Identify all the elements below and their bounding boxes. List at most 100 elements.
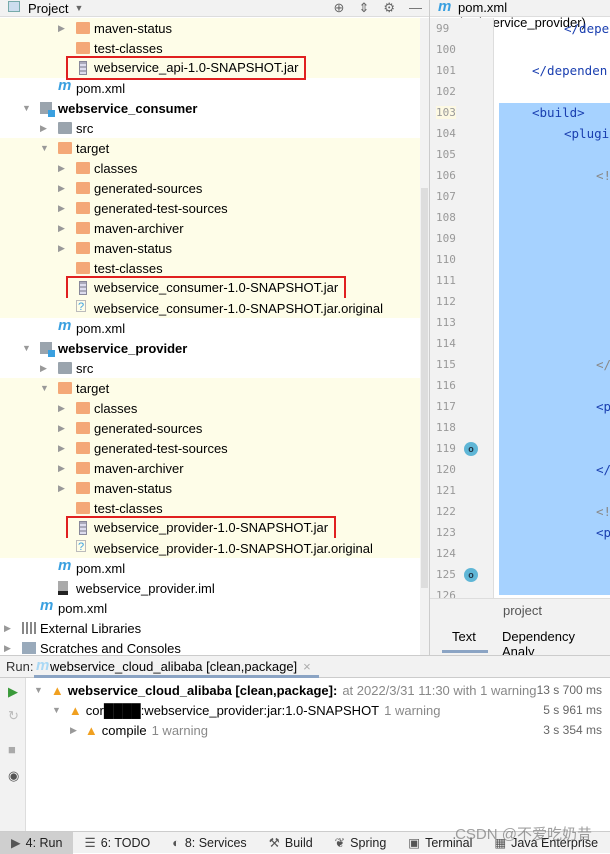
chevron-down-icon[interactable]: ▼	[74, 3, 83, 13]
chevron-right-icon[interactable]: ▶	[4, 623, 14, 634]
tree-item[interactable]: m pom.xml	[0, 597, 420, 618]
chevron-right-icon[interactable]: ▶	[58, 183, 68, 194]
tree-item[interactable]: ▶ generated-test-sources	[0, 438, 420, 458]
tree-item[interactable]: m pom.xml	[0, 557, 420, 578]
tree-item[interactable]: ▶ maven-status	[0, 18, 420, 38]
folder-icon	[76, 222, 90, 234]
tree-item[interactable]: ▶ maven-status	[0, 478, 420, 498]
project-title[interactable]: Project	[28, 1, 68, 16]
tool-window-button[interactable]: ▶ 4: Run	[0, 831, 74, 854]
tree-item[interactable]: ▼ webservice_consumer	[0, 98, 420, 118]
tree-item[interactable]: ▶ generated-sources	[0, 178, 420, 198]
tool-window-button[interactable]: ☰ 6: TODO	[73, 832, 161, 854]
tree-item-label: pom.xml	[76, 320, 126, 336]
rerun-failed-icon[interactable]: ↻	[8, 708, 19, 724]
tree-item[interactable]: ▼ webservice_provider	[0, 338, 420, 358]
tree-item[interactable]: webservice_provider-1.0-SNAPSHOT.jar	[0, 516, 420, 540]
line-number: 103	[436, 106, 456, 119]
editor-tab[interactable]: m pom.xml (webservice_provider)	[430, 0, 610, 30]
run-tree-item[interactable]: ▼ ▲ cor████:webservice_provider:jar:1.0-SN…	[52, 700, 610, 720]
line-number: 105	[436, 148, 456, 161]
tree-item[interactable]: test-classes	[0, 38, 420, 58]
chevron-down-icon[interactable]: ▼	[40, 143, 50, 153]
tree-item[interactable]: ▶ generated-test-sources	[0, 198, 420, 218]
code-line: <plugi	[564, 126, 610, 141]
line-number: 116	[436, 379, 456, 392]
tree-item[interactable]: m pom.xml	[0, 317, 420, 338]
chevron-right-icon[interactable]: ▶	[58, 463, 68, 474]
tree-item[interactable]: ▶ src	[0, 118, 420, 138]
scratches-icon	[22, 642, 36, 654]
tree-item[interactable]: webservice_consumer-1.0-SNAPSHOT.jar	[0, 276, 420, 300]
eye-icon[interactable]: ◉	[8, 768, 19, 784]
tool-window-button[interactable]: ◐ 8: Services	[161, 832, 257, 854]
override-icon[interactable]: o	[464, 568, 478, 582]
tree-item[interactable]: ▼ target	[0, 378, 420, 398]
locate-icon[interactable]: ⊕	[334, 0, 345, 16]
run-tree-item[interactable]: ▶ ▲ compile 1 warning 3 s 354 ms	[70, 720, 610, 740]
chevron-right-icon[interactable]: ▶	[58, 23, 68, 34]
code-line: </depe	[564, 21, 610, 36]
module-icon	[40, 342, 55, 357]
chevron-right-icon[interactable]: ▶	[40, 123, 50, 134]
tree-item[interactable]: ▶ classes	[0, 398, 420, 418]
tree-item[interactable]: ▶ maven-archiver	[0, 458, 420, 478]
tree-item[interactable]: webservice_api-1.0-SNAPSHOT.jar	[0, 56, 420, 80]
run-item-detail: 1 warning	[384, 702, 441, 718]
tree-item[interactable]: ▶ Scratches and Consoles	[0, 638, 420, 656]
tree-item[interactable]: test-classes	[0, 258, 420, 278]
chevron-right-icon[interactable]: ▶	[58, 163, 68, 174]
chevron-right-icon[interactable]: ▶	[4, 643, 14, 654]
tree-item[interactable]: ▶ src	[0, 358, 420, 378]
tree-item-label: classes	[94, 400, 138, 416]
tab-text[interactable]: Text	[442, 629, 488, 653]
chevron-down-icon[interactable]: ▼	[52, 705, 61, 715]
chevron-right-icon[interactable]: ▶	[58, 403, 68, 414]
hammer-icon: ⚒	[268, 836, 280, 850]
run-tree-item[interactable]: ▼ ▲ webservice_cloud_alibaba [clean,packag…	[34, 680, 610, 700]
line-number: 124	[436, 547, 456, 560]
run-header: Run: m webservice_cloud_alibaba [clean,pa…	[0, 656, 610, 678]
hide-icon[interactable]: —	[409, 0, 422, 16]
tool-window-button[interactable]: ❦ Spring	[324, 832, 398, 854]
stop-icon[interactable]: ■	[8, 742, 16, 757]
tree-item[interactable]: ▶ maven-archiver	[0, 218, 420, 238]
chevron-right-icon[interactable]: ▶	[58, 423, 68, 434]
tree-item[interactable]: ▶ maven-status	[0, 238, 420, 258]
tree-item-label: webservice_consumer	[58, 100, 198, 116]
tree-item[interactable]: ▼ target	[0, 138, 420, 158]
line-number: 99	[436, 22, 450, 35]
tree-item[interactable]: ▶ classes	[0, 158, 420, 178]
gear-icon[interactable]: ⚙	[383, 0, 395, 16]
chevron-down-icon[interactable]: ▼	[40, 383, 50, 393]
override-icon[interactable]: o	[464, 442, 478, 456]
rerun-icon[interactable]: ▶	[8, 684, 18, 700]
chevron-right-icon[interactable]: ▶	[58, 443, 68, 454]
chevron-right-icon[interactable]: ▶	[58, 223, 68, 234]
run-tab[interactable]: m webservice_cloud_alibaba [clean,package…	[34, 656, 319, 678]
chevron-right-icon[interactable]: ▶	[58, 243, 68, 254]
tree-item[interactable]: ▶ generated-sources	[0, 418, 420, 438]
tree-item[interactable]: webservice_provider.iml	[0, 578, 420, 598]
chevron-right-icon[interactable]: ▶	[40, 363, 50, 374]
tree-item[interactable]: ? webservice_provider-1.0-SNAPSHOT.jar.or…	[0, 538, 420, 558]
chevron-down-icon[interactable]: ▼	[22, 103, 32, 113]
chevron-right-icon[interactable]: ▶	[58, 483, 68, 494]
tree-item[interactable]: m pom.xml	[0, 77, 420, 98]
chevron-right-icon[interactable]: ▶	[58, 203, 68, 214]
services-icon: ◐	[172, 835, 180, 850]
warning-icon: ▲	[50, 682, 64, 698]
tree-item[interactable]: ? webservice_consumer-1.0-SNAPSHOT.jar.or…	[0, 298, 420, 318]
tree-item-label: generated-sources	[94, 180, 203, 196]
line-number: 125	[436, 568, 456, 581]
tree-item-label: webservice_provider-1.0-SNAPSHOT.jar	[65, 516, 337, 540]
tool-window-button[interactable]: ⚒ Build	[258, 832, 324, 854]
tree-item[interactable]: test-classes	[0, 498, 420, 518]
scrollbar[interactable]	[420, 18, 429, 655]
chevron-down-icon[interactable]: ▼	[34, 685, 43, 695]
collapse-icon[interactable]: ⇕	[358, 0, 369, 16]
chevron-down-icon[interactable]: ▶	[70, 725, 77, 736]
close-icon[interactable]: ×	[303, 659, 311, 674]
tree-item[interactable]: ▶ External Libraries	[0, 618, 420, 638]
chevron-down-icon[interactable]: ▼	[22, 343, 32, 353]
